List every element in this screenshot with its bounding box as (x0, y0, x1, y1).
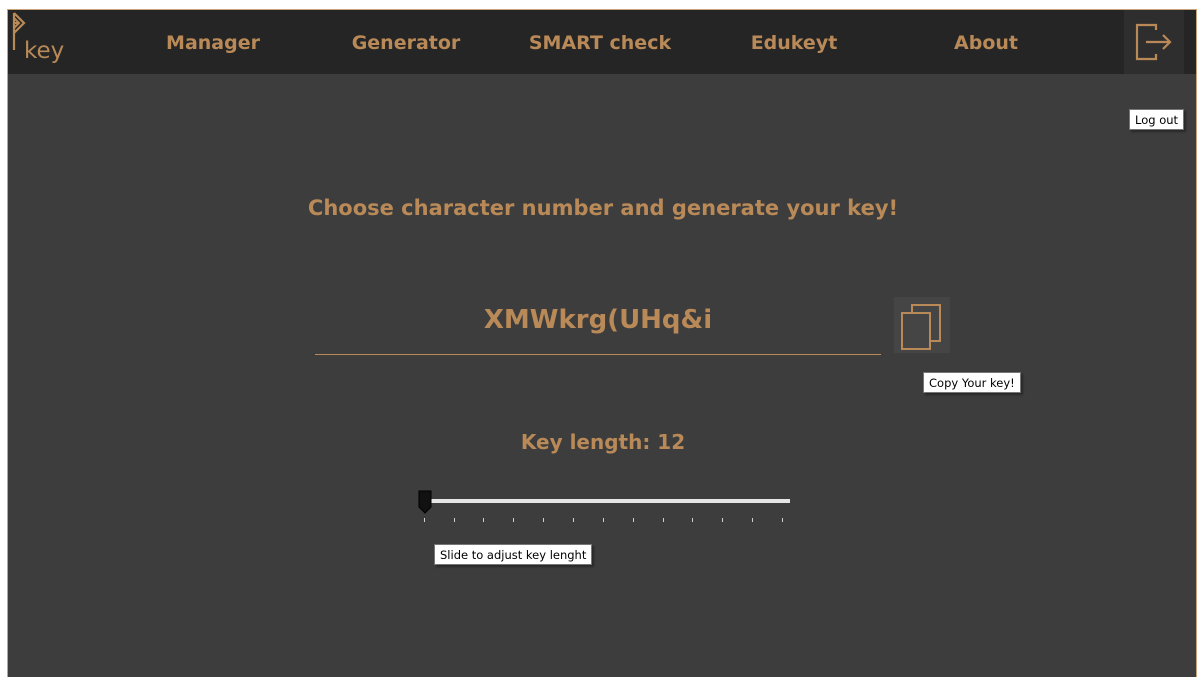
slider-tick (603, 518, 604, 522)
logout-icon (1135, 23, 1172, 61)
slider-tick (633, 518, 634, 522)
generator-heading: Choose character number and generate you… (307, 196, 899, 220)
key-length-slider[interactable] (416, 488, 792, 524)
nav-generator[interactable]: Generator (344, 10, 468, 74)
slider-tooltip: Slide to adjust key lenght (434, 544, 593, 565)
slider-tick (543, 518, 544, 522)
nav-smart-check[interactable]: SMART check (520, 10, 680, 74)
logout-tooltip: Log out (1129, 109, 1185, 130)
app-window: key Manager Generator SMART check Edukey… (7, 9, 1197, 677)
slider-tick (513, 518, 514, 522)
copy-icon (901, 304, 941, 350)
copy-key-button[interactable] (894, 297, 950, 353)
slider-thumb[interactable] (418, 490, 432, 514)
app-logo[interactable]: key (8, 10, 78, 74)
slider-track[interactable] (422, 499, 790, 503)
logo-text: key (24, 38, 65, 64)
slider-tick (483, 518, 484, 522)
slider-tick (752, 518, 753, 522)
slider-tick (663, 518, 664, 522)
slider-tick (573, 518, 574, 522)
generated-key-field[interactable]: XMWkrg(UHq&i (315, 300, 881, 355)
slider-tick (782, 518, 783, 522)
top-navigation-bar: key Manager Generator SMART check Edukey… (8, 10, 1196, 74)
slider-tick (692, 518, 693, 522)
slider-tick (424, 518, 425, 522)
slider-tick (722, 518, 723, 522)
copy-tooltip: Copy Your key! (923, 372, 1021, 393)
key-length-label: Key length: 12 (520, 430, 686, 454)
logout-button[interactable] (1124, 10, 1184, 74)
nav-manager[interactable]: Manager (158, 10, 268, 74)
slider-tick (454, 518, 455, 522)
nav-about[interactable]: About (944, 10, 1028, 74)
nav-edukeyt[interactable]: Edukeyt (742, 10, 846, 74)
